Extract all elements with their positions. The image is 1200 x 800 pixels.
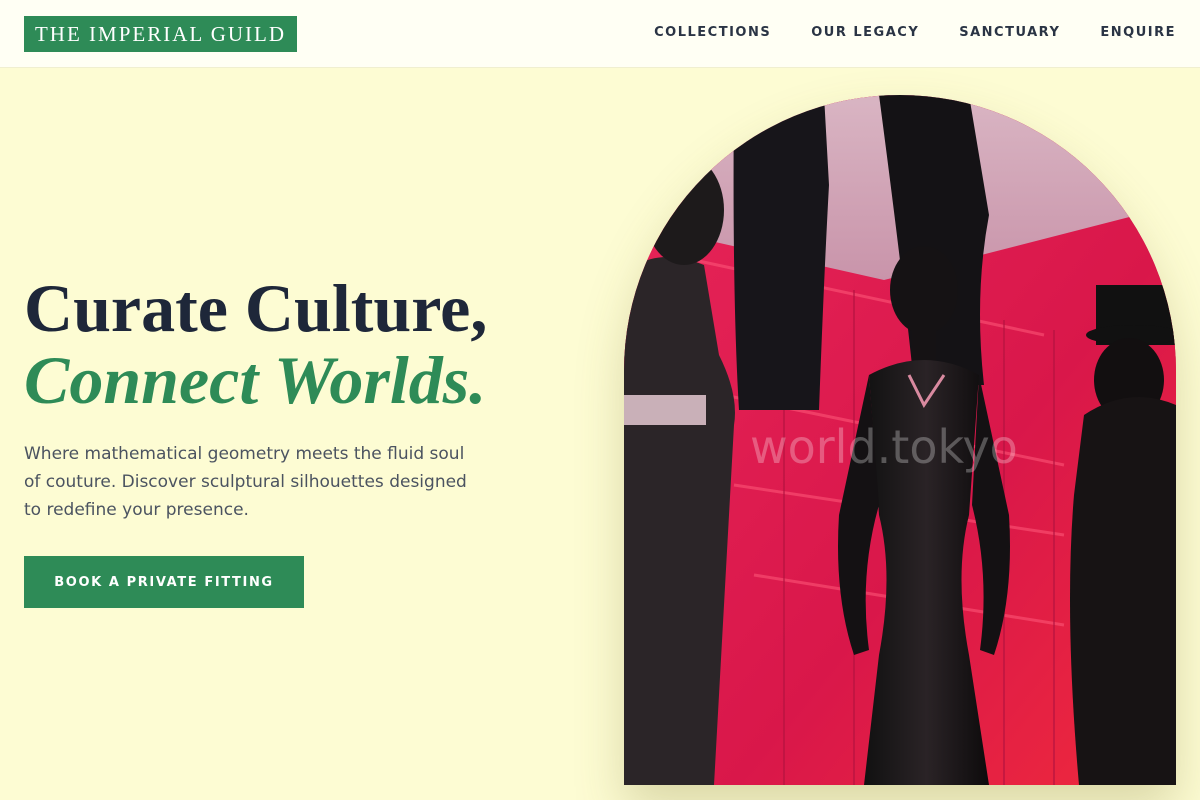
nav-link-our-legacy[interactable]: OUR LEGACY — [811, 24, 919, 42]
site-header: THE IMPERIAL GUILD COLLECTIONS OUR LEGAC… — [0, 0, 1200, 68]
nav-link-sanctuary[interactable]: SANCTUARY — [959, 24, 1060, 42]
main-nav: COLLECTIONS OUR LEGACY SANCTUARY ENQUIRE — [654, 24, 1176, 42]
image-watermark: world.tokyo — [750, 420, 1018, 474]
hero-headline: Curate Culture, Connect Worlds. — [24, 272, 487, 416]
hero-description: Where mathematical geometry meets the fl… — [24, 444, 467, 520]
nav-link-collections[interactable]: COLLECTIONS — [654, 24, 771, 42]
hero-arch-image: world.tokyo — [624, 95, 1176, 785]
site-logo[interactable]: THE IMPERIAL GUILD — [24, 16, 297, 52]
mannequin-gallery-image: world.tokyo — [624, 95, 1176, 785]
headline-line-1: Curate Culture, — [24, 270, 488, 346]
headline-line-2: Connect Worlds. — [24, 342, 487, 418]
book-private-fitting-button[interactable]: BOOK A PRIVATE FITTING — [24, 556, 304, 608]
nav-link-enquire[interactable]: ENQUIRE — [1100, 24, 1176, 42]
